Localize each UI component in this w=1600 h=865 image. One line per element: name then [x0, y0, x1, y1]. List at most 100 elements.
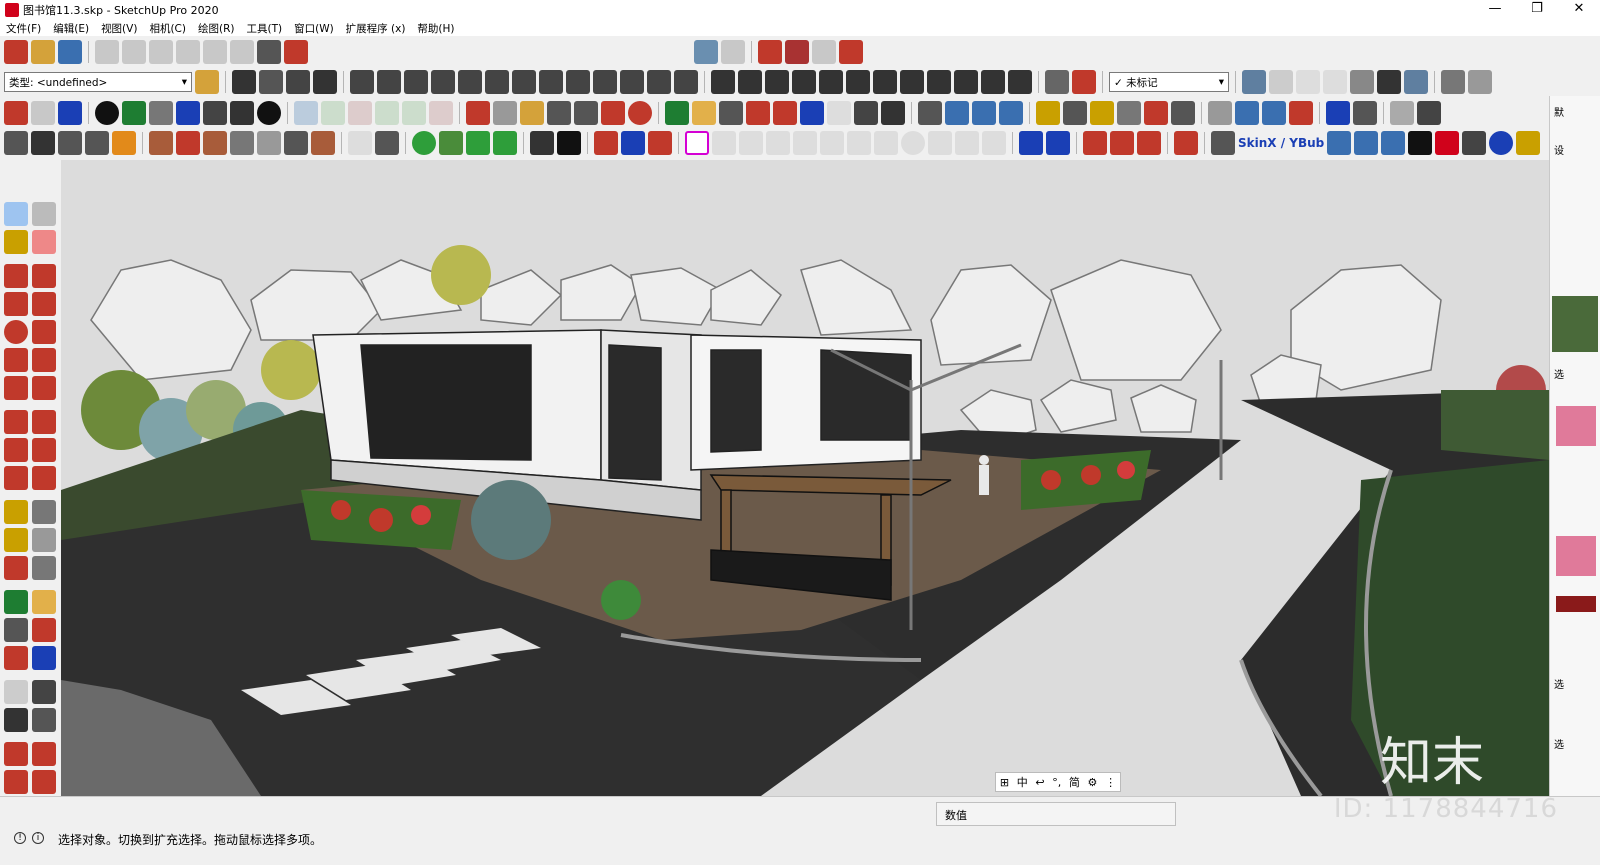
- book-icon[interactable]: [1468, 70, 1492, 94]
- pie-icon[interactable]: [32, 376, 56, 400]
- pan-icon[interactable]: [32, 590, 56, 614]
- menu-camera[interactable]: 相机(C): [143, 21, 192, 36]
- bush2-icon[interactable]: [493, 131, 517, 155]
- columns-icon[interactable]: [846, 70, 870, 94]
- tool-l-icon[interactable]: [647, 70, 671, 94]
- tree-icon[interactable]: [122, 101, 146, 125]
- swatch[interactable]: [1556, 596, 1596, 612]
- new-file-icon[interactable]: [4, 40, 28, 64]
- dimension-line-icon[interactable]: [1019, 131, 1043, 155]
- torus-icon[interactable]: [766, 131, 790, 155]
- model-viewport[interactable]: [61, 160, 1549, 796]
- dimension-icon[interactable]: [1063, 101, 1087, 125]
- check-icon[interactable]: [31, 131, 55, 155]
- skinx-icon[interactable]: [1327, 131, 1352, 155]
- footprints-icon[interactable]: [881, 101, 905, 125]
- section-plane-icon[interactable]: [918, 101, 942, 125]
- cube-2-icon[interactable]: [999, 101, 1023, 125]
- menu-help[interactable]: 帮助(H): [411, 21, 460, 36]
- question-icon[interactable]: [1489, 131, 1514, 155]
- line-tool-icon[interactable]: [4, 264, 28, 288]
- ruby-console-icon[interactable]: [694, 40, 718, 64]
- eye-icon[interactable]: [32, 680, 56, 704]
- tool-d-icon[interactable]: [431, 70, 455, 94]
- skinx2-icon[interactable]: [1354, 131, 1379, 155]
- paint-bucket-icon[interactable]: [4, 230, 28, 254]
- help-icon[interactable]: [628, 101, 652, 125]
- panel-icon[interactable]: [1390, 101, 1414, 125]
- ime-toolbar[interactable]: ⊞ 中 ↩ °, 简 ⚙ ⋮: [995, 772, 1121, 792]
- stairs-icon[interactable]: [232, 70, 256, 94]
- model-info-icon[interactable]: [284, 40, 308, 64]
- protractor-tool-icon[interactable]: [4, 528, 28, 552]
- column-icon[interactable]: [873, 70, 897, 94]
- green-tree-icon[interactable]: [412, 131, 436, 155]
- redo-icon[interactable]: [230, 40, 254, 64]
- block-icon[interactable]: [954, 70, 978, 94]
- color-wheel-icon[interactable]: [112, 131, 136, 155]
- g-search-icon[interactable]: [402, 101, 426, 125]
- roof3-icon[interactable]: [1289, 101, 1313, 125]
- scale-icon[interactable]: [4, 466, 28, 490]
- orbit-tool-icon[interactable]: [4, 590, 28, 614]
- tray-label[interactable]: 默: [1554, 104, 1564, 119]
- arc-tool-icon[interactable]: [4, 348, 28, 372]
- camera-icon[interactable]: [1072, 70, 1096, 94]
- ime-item[interactable]: ⋮: [1105, 776, 1116, 789]
- frame3-icon[interactable]: [1137, 131, 1161, 155]
- arch-icon[interactable]: [1211, 131, 1235, 155]
- maximize-button[interactable]: ❐: [1516, 0, 1558, 20]
- text-icon[interactable]: [1117, 101, 1141, 125]
- tool-h-icon[interactable]: [539, 70, 563, 94]
- texture5-icon[interactable]: [257, 131, 281, 155]
- flip-icon[interactable]: [621, 131, 645, 155]
- dots-icon[interactable]: [738, 70, 762, 94]
- zoom-window-icon[interactable]: [746, 101, 770, 125]
- cut-icon[interactable]: [95, 40, 119, 64]
- g-plugin-icon[interactable]: [375, 101, 399, 125]
- brush-icon[interactable]: [1008, 70, 1032, 94]
- erase-icon[interactable]: [176, 40, 200, 64]
- tube-icon[interactable]: [793, 131, 817, 155]
- previous-view-icon[interactable]: [32, 646, 56, 670]
- texture3-icon[interactable]: [203, 131, 227, 155]
- info-icon[interactable]: [257, 101, 281, 125]
- top-view-icon[interactable]: [1269, 70, 1293, 94]
- frame2-icon[interactable]: [1110, 131, 1134, 155]
- walk-tool-icon[interactable]: [4, 708, 28, 732]
- follow-me-tool-icon[interactable]: [32, 438, 56, 462]
- cone-icon[interactable]: [739, 131, 763, 155]
- tool-k-icon[interactable]: [620, 70, 644, 94]
- roof2-icon[interactable]: [1262, 101, 1286, 125]
- move-icon[interactable]: [4, 410, 28, 434]
- wave-icon[interactable]: [765, 70, 789, 94]
- text-tool-icon[interactable]: [32, 528, 56, 552]
- w-red-plugin-icon[interactable]: [348, 101, 372, 125]
- materials-icon[interactable]: [1417, 101, 1441, 125]
- make-component-icon[interactable]: [32, 202, 56, 226]
- roof-icon[interactable]: [1235, 101, 1259, 125]
- refresh-icon[interactable]: [31, 101, 55, 125]
- minimize-button[interactable]: —: [1474, 0, 1516, 20]
- polygon-icon[interactable]: [32, 320, 56, 344]
- open-file-icon[interactable]: [31, 40, 55, 64]
- tray-label[interactable]: 设: [1554, 142, 1564, 157]
- position-camera-icon[interactable]: [827, 101, 851, 125]
- warehouse-icon[interactable]: [758, 40, 782, 64]
- axes-tool-icon[interactable]: [4, 556, 28, 580]
- tool-e-icon[interactable]: [458, 70, 482, 94]
- info-icon[interactable]: !: [14, 832, 26, 844]
- swatch[interactable]: [1556, 536, 1596, 576]
- grass-icon[interactable]: [439, 131, 463, 155]
- diamond-icon[interactable]: [1174, 131, 1198, 155]
- magnify-icon[interactable]: [493, 101, 517, 125]
- cloud-upload-icon[interactable]: [176, 101, 200, 125]
- menu-view[interactable]: 视图(V): [95, 21, 143, 36]
- swatch[interactable]: [1556, 406, 1596, 446]
- tool-g-icon[interactable]: [512, 70, 536, 94]
- iso-view-icon[interactable]: [1242, 70, 1266, 94]
- tool-m-icon[interactable]: [674, 70, 698, 94]
- type-dropdown[interactable]: 类型: <undefined> ▾: [4, 72, 192, 92]
- tag-icon[interactable]: [721, 40, 745, 64]
- left-view-icon[interactable]: [1377, 70, 1401, 94]
